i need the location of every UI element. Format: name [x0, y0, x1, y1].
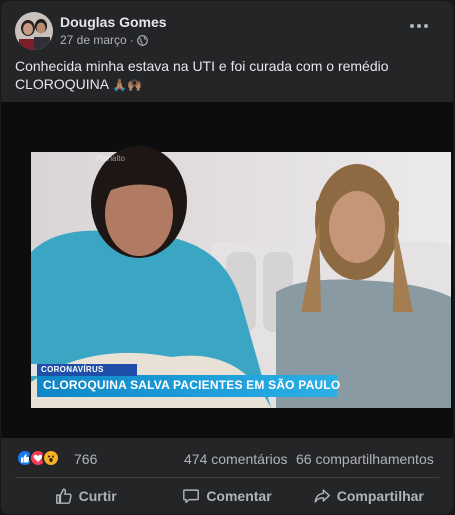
engagement-bar: 766 474 comentários 66 compartilhamentos: [1, 445, 453, 471]
facebook-post: Douglas Gomes 27 de março · Conhecida mi…: [1, 1, 453, 514]
globe-icon: [136, 34, 148, 46]
like-button[interactable]: Curtir: [15, 480, 156, 512]
praying-hands-emoji: 🙏🏽🙌🏽: [112, 78, 143, 92]
share-button-label: Compartilhar: [336, 488, 424, 504]
reaction-icons[interactable]: [16, 449, 60, 467]
thumbs-up-icon: [55, 488, 72, 504]
like-button-label: Curtir: [78, 488, 117, 504]
post-date[interactable]: 27 de março: [60, 33, 127, 47]
comment-button-label: Comentar: [206, 488, 272, 504]
post-text: Conhecida minha estava na UTI e foi cura…: [15, 57, 440, 94]
more-options-icon[interactable]: [407, 19, 431, 39]
post-text-line1: Conhecida minha estava na UTI e foi cura…: [15, 58, 389, 74]
avatar[interactable]: [15, 12, 53, 50]
share-button[interactable]: Compartilhar: [298, 480, 439, 512]
post-meta: 27 de março ·: [60, 33, 148, 47]
divider: [15, 477, 439, 478]
meta-separator: ·: [129, 33, 134, 47]
channel-watermark: Planalto: [96, 154, 125, 163]
shares-count[interactable]: 66 compartilhamentos: [296, 451, 434, 467]
wow-icon: [42, 449, 60, 467]
action-bar: Curtir Comentar Compartilhar: [1, 480, 453, 512]
comment-button[interactable]: Comentar: [156, 480, 297, 512]
post-text-line2: CLOROQUINA 🙏🏽🙌🏽: [15, 75, 440, 94]
comment-icon: [183, 489, 200, 504]
chyron-category: CORONAVÍRUS: [41, 365, 104, 374]
chyron-headline: CLOROQUINA SALVA PACIENTES EM SÃO PAULO: [43, 378, 341, 392]
post-header: Douglas Gomes 27 de março ·: [1, 1, 453, 57]
comments-count[interactable]: 474 comentários: [184, 451, 288, 467]
author-name[interactable]: Douglas Gomes: [60, 14, 167, 30]
post-image[interactable]: CORONAVÍRUS CLOROQUINA SALVA PACIENTES E…: [1, 102, 453, 438]
share-icon: [314, 489, 330, 503]
reaction-count[interactable]: 766: [74, 451, 97, 467]
post-text-keyword: CLOROQUINA: [15, 76, 109, 92]
avatar-photo: [15, 12, 53, 50]
